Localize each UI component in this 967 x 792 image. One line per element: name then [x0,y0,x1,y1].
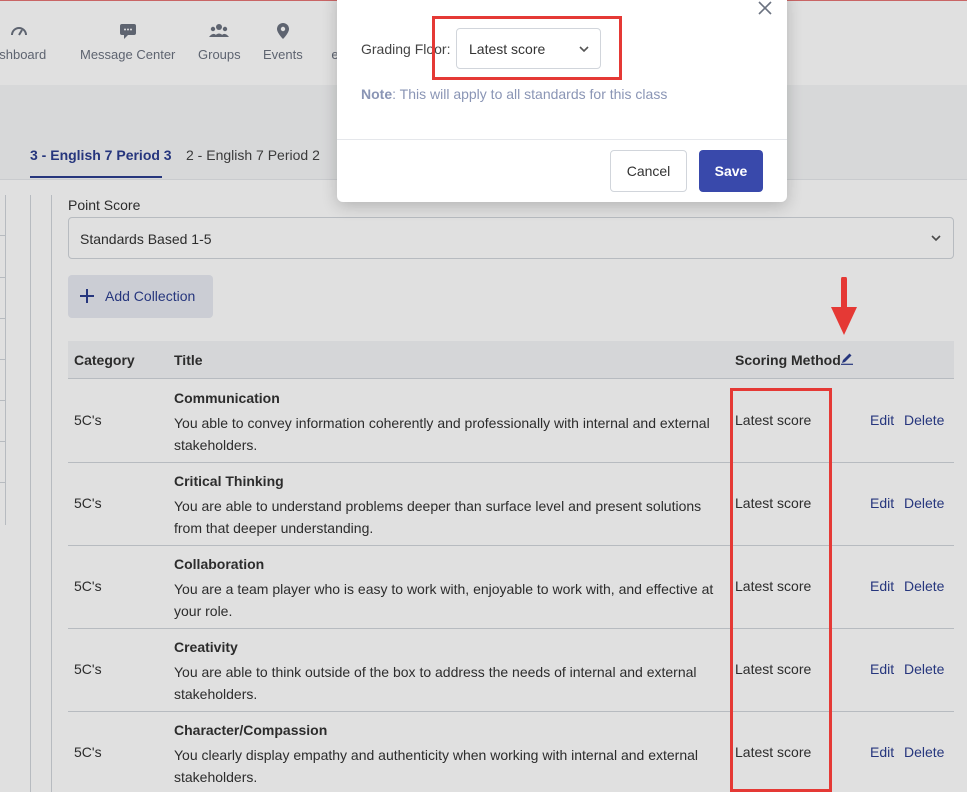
annotation-arrow-icon [831,277,857,335]
modal-divider [337,139,787,140]
cancel-button[interactable]: Cancel [610,150,687,192]
annotation-highlight-scoring-column [730,388,832,792]
save-button[interactable]: Save [699,150,763,192]
note-prefix: Note [361,86,393,102]
modal-note: Note: This will apply to all standards f… [361,86,667,102]
close-icon[interactable] [757,0,773,16]
note-text: : This will apply to all standards for t… [392,86,668,102]
annotation-highlight-grading-floor [432,16,622,80]
